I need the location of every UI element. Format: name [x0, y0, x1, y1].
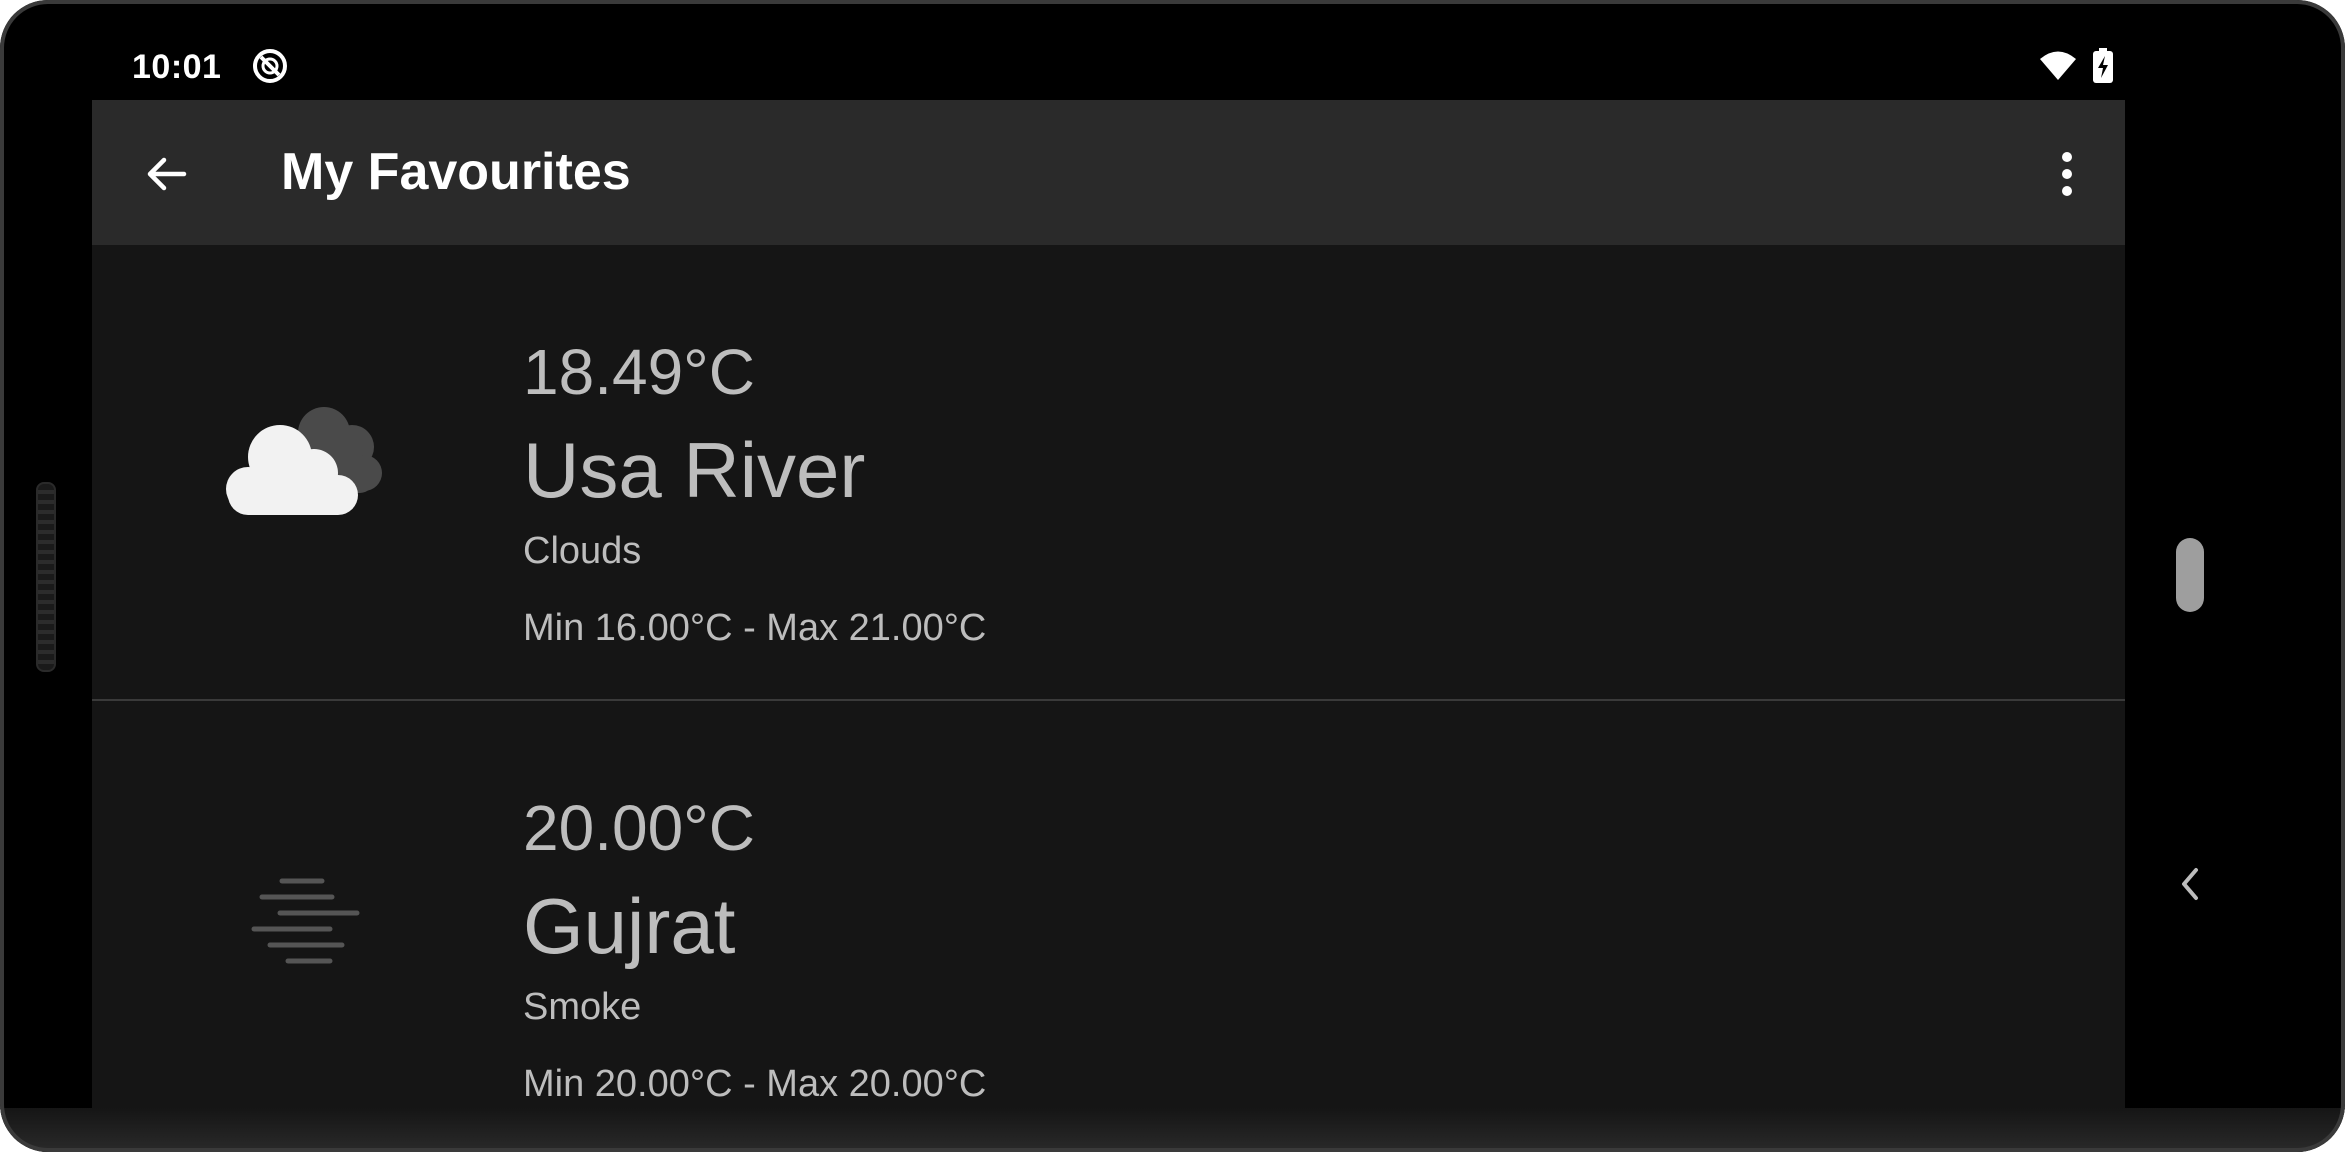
chevron-left-icon — [2182, 868, 2198, 900]
weather-description: Clouds — [523, 530, 642, 572]
page-title: My Favourites — [281, 143, 631, 201]
device-frame: 10:01 My Favourites 18.49°C Usa River Cl… — [0, 0, 2345, 1152]
do-not-disturb-icon — [252, 48, 288, 84]
temperature: 18.49°C — [523, 336, 755, 408]
city-name: Gujrat — [523, 882, 736, 970]
more-vertical-icon — [2062, 152, 2072, 196]
app-screen: My Favourites 18.49°C Usa River Clouds M… — [92, 100, 2125, 1110]
device-bottom-edge — [0, 1108, 2345, 1152]
arrow-back-icon — [147, 157, 187, 191]
wifi-icon — [2038, 50, 2078, 87]
status-time: 10:01 — [132, 48, 222, 86]
device-side-grip — [36, 482, 56, 672]
favourite-card[interactable]: 18.49°C Usa River Clouds Min 16.00°C - M… — [92, 245, 2125, 701]
temperature: 20.00°C — [523, 792, 755, 864]
more-options-button[interactable] — [2039, 140, 2095, 208]
min-max-temperature: Min 16.00°C - Max 21.00°C — [523, 607, 987, 649]
clouds-icon — [202, 395, 402, 525]
favourite-card[interactable]: 20.00°C Gujrat Smoke Min 20.00°C - Max 2… — [92, 701, 2125, 1110]
weather-description: Smoke — [523, 986, 642, 1028]
nav-drag-handle[interactable] — [2176, 538, 2204, 612]
app-toolbar: My Favourites — [92, 100, 2125, 245]
back-button[interactable] — [132, 140, 200, 208]
nav-back-button[interactable] — [2170, 860, 2210, 908]
status-bar: 10:01 — [92, 28, 2142, 108]
smoke-icon — [202, 851, 402, 981]
favourites-list: 18.49°C Usa River Clouds Min 16.00°C - M… — [92, 245, 2125, 1110]
battery-charging-icon — [2092, 47, 2114, 89]
city-name: Usa River — [523, 426, 866, 514]
min-max-temperature: Min 20.00°C - Max 20.00°C — [523, 1063, 987, 1105]
